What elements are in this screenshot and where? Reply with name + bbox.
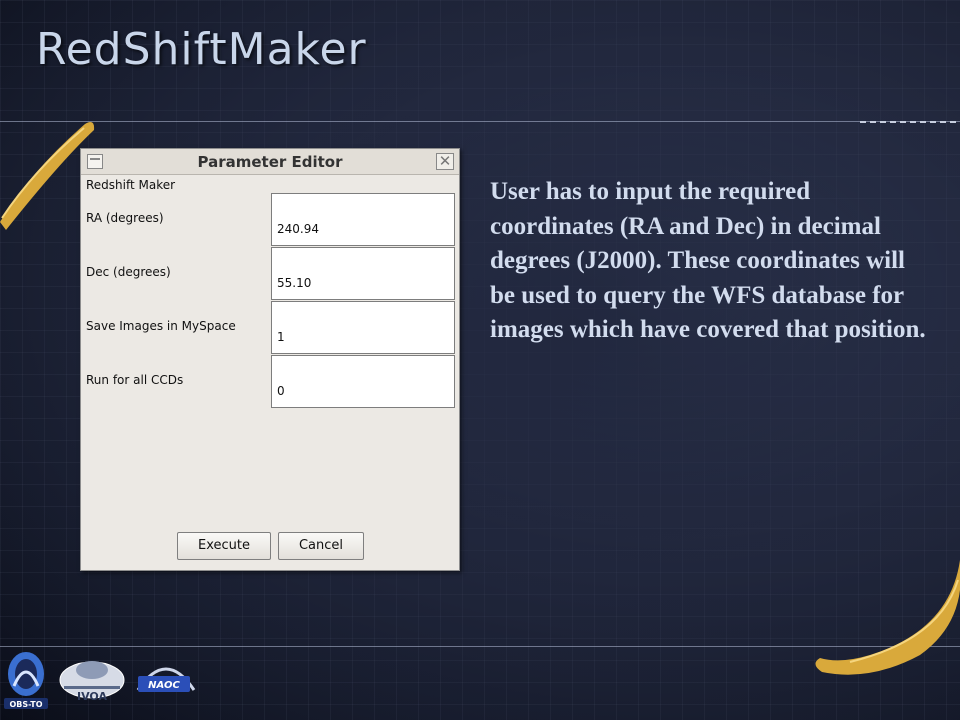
footer-logos: OBS-TO IVOA NAOC: [4, 652, 196, 709]
param-row-dec: Dec (degrees): [81, 247, 459, 300]
parameter-editor-dialog: Parameter Editor ✕ Redshift Maker RA (de…: [80, 148, 460, 571]
dec-label: Dec (degrees): [86, 265, 171, 279]
slide-title: RedShiftMaker: [36, 24, 367, 75]
save-images-input[interactable]: [271, 301, 455, 354]
top-divider: [0, 121, 960, 122]
run-all-ccds-input[interactable]: [271, 355, 455, 408]
obs-to-logo-text: OBS-TO: [9, 700, 42, 709]
top-dash-accent: [860, 121, 960, 123]
ivoa-logo: IVOA: [59, 661, 125, 703]
naoc-logo-text: NAOC: [148, 680, 180, 691]
dialog-heading: Redshift Maker: [86, 178, 176, 192]
cancel-button[interactable]: Cancel: [278, 532, 364, 560]
execute-button[interactable]: Execute: [177, 532, 271, 560]
dialog-titlebar[interactable]: Parameter Editor ✕: [81, 149, 459, 175]
naoc-logo: NAOC: [136, 667, 196, 692]
dialog-title: Parameter Editor: [197, 153, 343, 171]
param-row-run-all-ccds: Run for all CCDs: [81, 355, 459, 408]
ivoa-logo-text: IVOA: [77, 690, 107, 703]
param-row-save-images: Save Images in MySpace: [81, 301, 459, 354]
obs-to-logo: OBS-TO: [4, 652, 48, 709]
param-row-ra: RA (degrees): [81, 193, 459, 246]
close-icon[interactable]: ✕: [436, 153, 454, 170]
run-all-ccds-label: Run for all CCDs: [86, 373, 184, 387]
gold-swoosh-right: [815, 560, 960, 675]
ra-label: RA (degrees): [86, 211, 164, 225]
slide-description: User has to input the required coordinat…: [490, 178, 926, 343]
ra-input[interactable]: [271, 193, 455, 246]
dec-input[interactable]: [271, 247, 455, 300]
save-images-label: Save Images in MySpace: [86, 319, 236, 333]
